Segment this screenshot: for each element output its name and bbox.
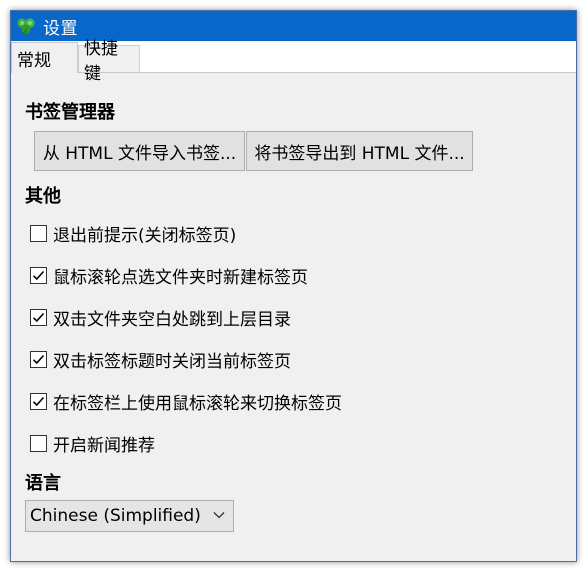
checkmark-icon	[32, 396, 45, 406]
other-heading: 其他	[25, 186, 61, 207]
import-bookmarks-button[interactable]: 从 HTML 文件导入书签...	[34, 131, 245, 171]
checkbox-checked[interactable]	[30, 308, 47, 326]
checkmark-icon	[32, 270, 45, 280]
checkmark-icon	[32, 312, 45, 322]
option-label: 双击文件夹空白处跳到上层目录	[53, 309, 291, 330]
checkmark-icon	[32, 354, 45, 364]
tab-shortcuts[interactable]: 快捷键	[78, 39, 140, 84]
option-middle-click-new-tab[interactable]: 鼠标滚轮点选文件夹时新建标签页	[30, 263, 308, 288]
option-double-click-close-tab[interactable]: 双击标签标题时关闭当前标签页	[30, 347, 291, 372]
option-label: 退出前提示(关闭标签页)	[53, 225, 237, 246]
option-double-click-up[interactable]: 双击文件夹空白处跳到上层目录	[30, 305, 291, 330]
checkbox-checked[interactable]	[30, 392, 47, 410]
option-label: 鼠标滚轮点选文件夹时新建标签页	[53, 267, 308, 288]
import-bookmarks-label: 从 HTML 文件导入书签...	[42, 143, 237, 164]
tab-general[interactable]: 常规	[11, 42, 78, 73]
checkbox-checked[interactable]	[30, 266, 47, 284]
clover-icon	[15, 15, 37, 37]
tab-general-label: 常规	[17, 50, 51, 71]
language-heading: 语言	[25, 473, 61, 494]
chevron-down-icon	[213, 512, 225, 519]
export-bookmarks-label: 将书签导出到 HTML 文件...	[254, 143, 465, 164]
window-title: 设置	[43, 18, 78, 39]
option-wheel-switch-tabs[interactable]: 在标签栏上使用鼠标滚轮来切换标签页	[30, 389, 342, 414]
option-label: 在标签栏上使用鼠标滚轮来切换标签页	[53, 393, 342, 414]
bookmark-manager-heading: 书签管理器	[25, 102, 115, 123]
checkbox-checked[interactable]	[30, 350, 47, 368]
option-label: 双击标签标题时关闭当前标签页	[53, 351, 291, 372]
tab-strip: 常规 快捷键	[11, 39, 576, 84]
language-select-value: Chinese (Simplified)	[30, 506, 201, 526]
export-bookmarks-button[interactable]: 将书签导出到 HTML 文件...	[246, 131, 473, 171]
option-label: 开启新闻推荐	[53, 435, 155, 456]
language-select[interactable]: Chinese (Simplified)	[25, 500, 234, 532]
option-confirm-close[interactable]: 退出前提示(关闭标签页)	[30, 221, 237, 246]
option-news-recommend[interactable]: 开启新闻推荐	[30, 431, 155, 456]
settings-window: 设置 常规 快捷键 书签管理器 从 HTML 文件导入书签... 将书签导出到 …	[10, 10, 577, 562]
checkbox-unchecked[interactable]	[30, 434, 47, 452]
checkbox-unchecked[interactable]	[30, 224, 47, 242]
